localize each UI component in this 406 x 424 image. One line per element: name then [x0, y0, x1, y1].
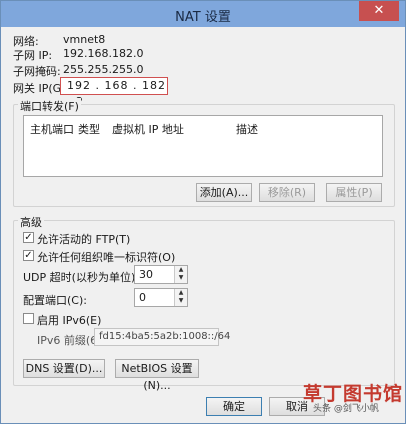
- check-icon: ✓: [24, 232, 33, 243]
- ipv6-checkbox[interactable]: [23, 313, 34, 324]
- ipv6-prefix-input[interactable]: fd15:4ba5:5a2b:1008::/64: [94, 328, 230, 346]
- subnet-mask-label: 子网掩码:: [13, 65, 61, 78]
- gateway-ip-input[interactable]: 192 . 168 . 182 . 2: [60, 77, 168, 108]
- subnet-ip-value: 192.168.182.0: [63, 47, 144, 60]
- netbios-settings-button[interactable]: NetBIOS 设置(N)...: [115, 359, 199, 392]
- ok-button[interactable]: 确定: [206, 397, 262, 416]
- column-type[interactable]: 类型: [78, 121, 100, 137]
- properties-button[interactable]: 属性(P): [326, 183, 382, 202]
- subnet-ip-label: 子网 IP:: [13, 49, 53, 62]
- oui-checkbox[interactable]: ✓: [23, 250, 34, 261]
- nat-settings-window: NAT 设置 ✕ 网络: vmnet8 子网 IP: 192.168.182.0…: [0, 0, 406, 424]
- udp-timeout-input[interactable]: 30 ▲ ▼: [134, 265, 188, 284]
- remove-button[interactable]: 移除(R): [259, 183, 315, 202]
- ftp-checkbox[interactable]: ✓: [23, 232, 34, 243]
- ipv6-label[interactable]: 启用 IPv6(E): [37, 312, 101, 328]
- arrow-up-icon[interactable]: ▲: [175, 266, 187, 274]
- watermark-subtext: 头条 @剑飞小帆: [313, 404, 379, 414]
- dns-settings-button[interactable]: DNS 设置(D)...: [23, 359, 105, 378]
- column-vm-ip[interactable]: 虚拟机 IP 地址: [112, 121, 184, 137]
- advanced-title: 高级: [18, 214, 44, 230]
- subnet-mask-value: 255.255.255.0: [63, 63, 144, 76]
- config-port-input[interactable]: 0 ▲ ▼: [134, 288, 188, 307]
- network-value: vmnet8: [63, 33, 106, 46]
- port-forwarding-table[interactable]: 主机端口 类型 虚拟机 IP 地址 描述: [23, 115, 383, 177]
- config-port-value: 0: [139, 291, 146, 304]
- arrow-up-icon[interactable]: ▲: [175, 289, 187, 297]
- ftp-label[interactable]: 允许活动的 FTP(T): [37, 231, 130, 247]
- udp-timeout-value: 30: [139, 268, 153, 281]
- port-forwarding-title: 端口转发(F): [18, 98, 81, 114]
- window-title: NAT 设置: [175, 10, 231, 25]
- add-button[interactable]: 添加(A)...: [196, 183, 252, 202]
- column-description[interactable]: 描述: [236, 121, 258, 137]
- check-icon: ✓: [24, 250, 33, 261]
- config-port-spinner[interactable]: ▲ ▼: [174, 289, 187, 306]
- column-host-port[interactable]: 主机端口: [30, 121, 74, 137]
- oui-label[interactable]: 允许任何组织唯一标识符(O): [37, 249, 175, 265]
- udp-timeout-spinner[interactable]: ▲ ▼: [174, 266, 187, 283]
- close-icon[interactable]: ✕: [359, 1, 399, 21]
- config-port-label: 配置端口(C):: [23, 294, 87, 307]
- arrow-down-icon[interactable]: ▼: [175, 274, 187, 282]
- arrow-down-icon[interactable]: ▼: [175, 297, 187, 305]
- title-bar[interactable]: NAT 设置 ✕: [1, 1, 405, 27]
